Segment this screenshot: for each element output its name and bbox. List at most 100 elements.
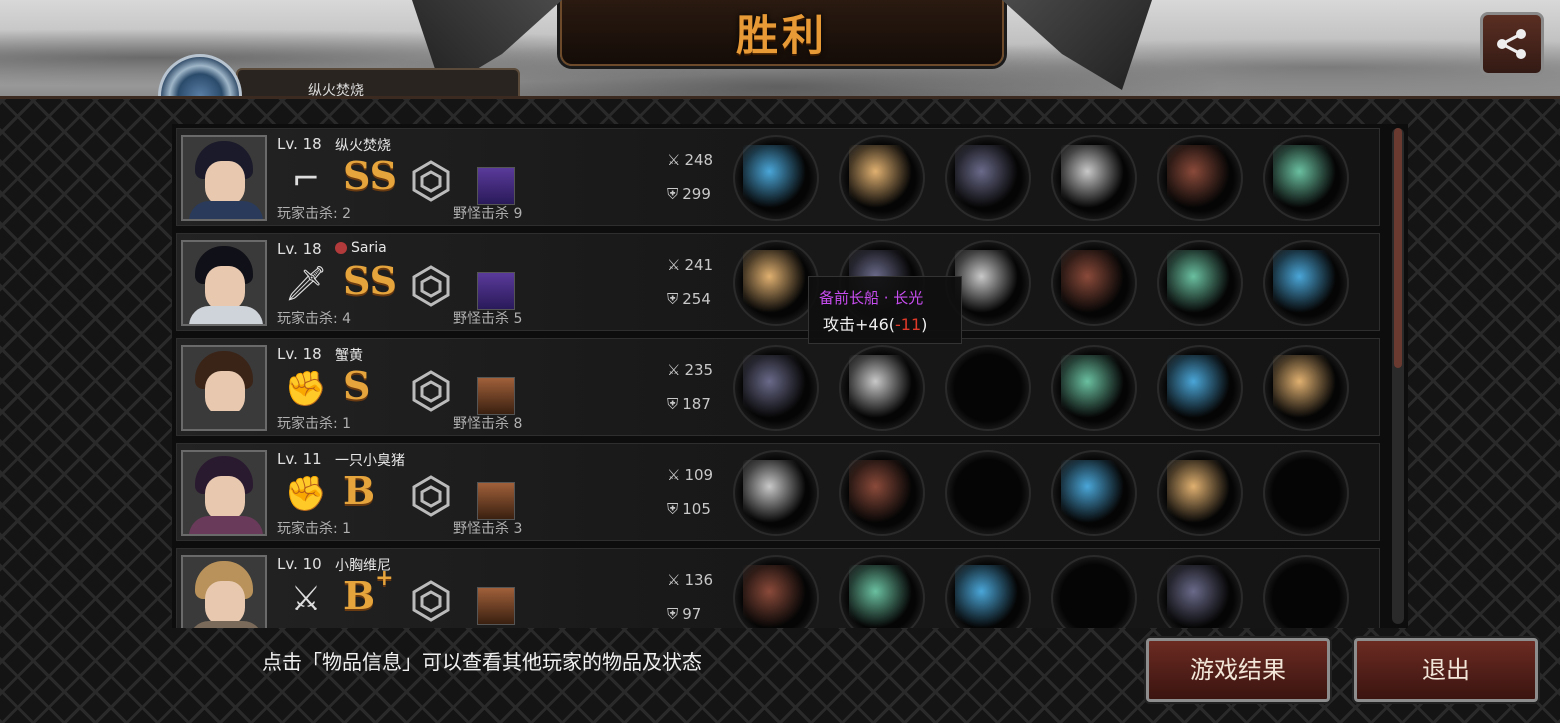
item-slot[interactable] bbox=[839, 345, 925, 431]
shield-icon: ⛨ bbox=[667, 395, 679, 413]
item-slot[interactable] bbox=[1051, 450, 1137, 536]
item-slot[interactable] bbox=[1263, 450, 1349, 536]
attack-stat: ⚔ 241 bbox=[667, 256, 713, 274]
red-longsword-icon bbox=[743, 250, 809, 316]
defense-stat: ⛨ 254 bbox=[667, 290, 711, 308]
item-slot[interactable] bbox=[945, 135, 1031, 221]
katana-icon bbox=[743, 565, 809, 628]
pet-avatar-icon[interactable] bbox=[477, 167, 515, 205]
defense-stat: ⛨ 187 bbox=[667, 395, 711, 413]
silver-helmet-icon bbox=[849, 460, 915, 526]
item-slot[interactable] bbox=[1157, 135, 1243, 221]
attack-value: 241 bbox=[684, 256, 714, 274]
dark-armor-icon bbox=[955, 145, 1021, 211]
shield-icon: ⛨ bbox=[667, 605, 679, 623]
item-slot[interactable] bbox=[945, 450, 1031, 536]
defense-value: 187 bbox=[682, 395, 711, 413]
player-list[interactable]: Lv. 18 纵火焚烧 ⌐ SS 玩家击杀: 2 野怪击杀 9 ⚔ 248 ⛨ 299 Lv. 18… bbox=[172, 124, 1408, 628]
black-boots-icon bbox=[1167, 460, 1233, 526]
player-name-text: 蟹黄 bbox=[335, 348, 363, 364]
item-slot[interactable] bbox=[1157, 345, 1243, 431]
player-row[interactable]: Lv. 18 纵火焚烧 ⌐ SS 玩家击杀: 2 野怪击杀 9 ⚔ 248 ⛨ 299 bbox=[176, 128, 1380, 226]
tooltip-stat-prefix: 攻击+46( bbox=[823, 315, 896, 334]
portrait-body bbox=[189, 516, 263, 534]
monster-kills: 野怪击杀 5 bbox=[453, 311, 523, 327]
player-portrait[interactable] bbox=[181, 345, 267, 431]
item-slot[interactable] bbox=[1157, 555, 1243, 628]
item-slot[interactable] bbox=[733, 555, 819, 628]
game-results-button[interactable]: 游戏结果 bbox=[1146, 638, 1330, 702]
wrapped-bracer-icon bbox=[1167, 355, 1233, 421]
item-slot[interactable] bbox=[1051, 555, 1137, 628]
gold-shield-icon bbox=[1061, 355, 1127, 421]
item-slot[interactable] bbox=[1263, 240, 1349, 326]
scrollbar[interactable] bbox=[1392, 128, 1404, 624]
attack-stat: ⚔ 109 bbox=[667, 466, 713, 484]
item-slot[interactable] bbox=[733, 240, 819, 326]
rank-plus: + bbox=[375, 565, 394, 592]
item-slot[interactable] bbox=[733, 345, 819, 431]
wrapped-bracer-icon bbox=[1167, 250, 1233, 316]
scrollbar-thumb[interactable] bbox=[1394, 128, 1402, 368]
player-name-text: 纵火焚烧 bbox=[335, 138, 391, 154]
player-level: Lv. 11 bbox=[277, 450, 322, 468]
player-name: Saria bbox=[335, 240, 387, 256]
item-slot[interactable] bbox=[839, 555, 925, 628]
sword-icon: ⚔ bbox=[667, 256, 681, 274]
item-slot[interactable] bbox=[839, 135, 925, 221]
item-slot[interactable] bbox=[1051, 135, 1137, 221]
defense-value: 299 bbox=[682, 185, 711, 203]
player-row[interactable]: Lv. 10 小胸维尼 ⚔ B+ ⚔ 136 ⛨ 97 bbox=[176, 548, 1380, 628]
item-slot[interactable] bbox=[733, 450, 819, 536]
item-slot[interactable] bbox=[945, 555, 1031, 628]
player-name: 蟹黄 bbox=[335, 345, 363, 365]
item-slot[interactable] bbox=[1157, 450, 1243, 536]
player-row[interactable]: Lv. 18 蟹黄 ✊ S 玩家击杀: 1 野怪击杀 8 ⚔ 235 ⛨ 187 bbox=[176, 338, 1380, 436]
item-slot[interactable] bbox=[839, 450, 925, 536]
portrait-body bbox=[189, 621, 263, 628]
defense-stat: ⛨ 299 bbox=[667, 185, 711, 203]
exit-button[interactable]: 退出 bbox=[1354, 638, 1538, 702]
player-row[interactable]: Lv. 11 一只小臭猪 ✊ B 玩家击杀: 1 野怪击杀 3 ⚔ 109 ⛨ 105 bbox=[176, 443, 1380, 541]
attack-stat: ⚔ 235 bbox=[667, 361, 713, 379]
guild-badge-icon bbox=[335, 242, 347, 254]
pet-avatar-icon[interactable] bbox=[477, 482, 515, 520]
player-name: 纵火焚烧 bbox=[335, 135, 391, 155]
pet-avatar-icon[interactable] bbox=[477, 587, 515, 625]
player-portrait[interactable] bbox=[181, 240, 267, 326]
rank-letter: SS bbox=[343, 153, 398, 198]
defense-stat: ⛨ 97 bbox=[667, 605, 701, 623]
flame-helmet-icon bbox=[955, 250, 1021, 316]
player-kills: 玩家击杀: 4 bbox=[277, 311, 352, 327]
sword-icon: ⚔ bbox=[667, 151, 681, 169]
player-name: 一只小臭猪 bbox=[335, 450, 405, 470]
pet-avatar-icon[interactable] bbox=[477, 272, 515, 310]
player-portrait[interactable] bbox=[181, 135, 267, 221]
item-slot[interactable] bbox=[1051, 345, 1137, 431]
footer-hint: 点击「物品信息」可以查看其他玩家的物品及状态 bbox=[262, 650, 702, 674]
item-slot[interactable] bbox=[1263, 135, 1349, 221]
pistol-icon: ⌐ bbox=[291, 159, 321, 199]
rank-badge: B+ bbox=[343, 565, 394, 618]
player-row[interactable]: Lv. 18 Saria 🗡 SS 玩家击杀: 4 野怪击杀 5 ⚔ 241 ⛨ 254 bbox=[176, 233, 1380, 331]
player-portrait[interactable] bbox=[181, 555, 267, 628]
player-portrait[interactable] bbox=[181, 450, 267, 536]
dark-top-icon bbox=[955, 565, 1021, 628]
defense-value: 97 bbox=[682, 605, 702, 623]
class-emblem-icon bbox=[409, 579, 453, 623]
share-button[interactable] bbox=[1480, 12, 1544, 76]
rank-letter: B bbox=[343, 573, 376, 618]
steel-gloves-icon bbox=[743, 460, 809, 526]
shield-icon: ⛨ bbox=[667, 290, 679, 308]
item-slot[interactable] bbox=[1051, 240, 1137, 326]
rank-badge: S bbox=[343, 363, 393, 408]
item-slot[interactable] bbox=[733, 135, 819, 221]
item-slot[interactable] bbox=[1263, 555, 1349, 628]
shield-icon: ⛨ bbox=[667, 500, 679, 518]
thin-ring-icon bbox=[849, 565, 915, 628]
pet-avatar-icon[interactable] bbox=[477, 377, 515, 415]
player-level: Lv. 18 bbox=[277, 135, 322, 153]
item-slot[interactable] bbox=[1263, 345, 1349, 431]
item-slot[interactable] bbox=[945, 345, 1031, 431]
item-slot[interactable] bbox=[1157, 240, 1243, 326]
